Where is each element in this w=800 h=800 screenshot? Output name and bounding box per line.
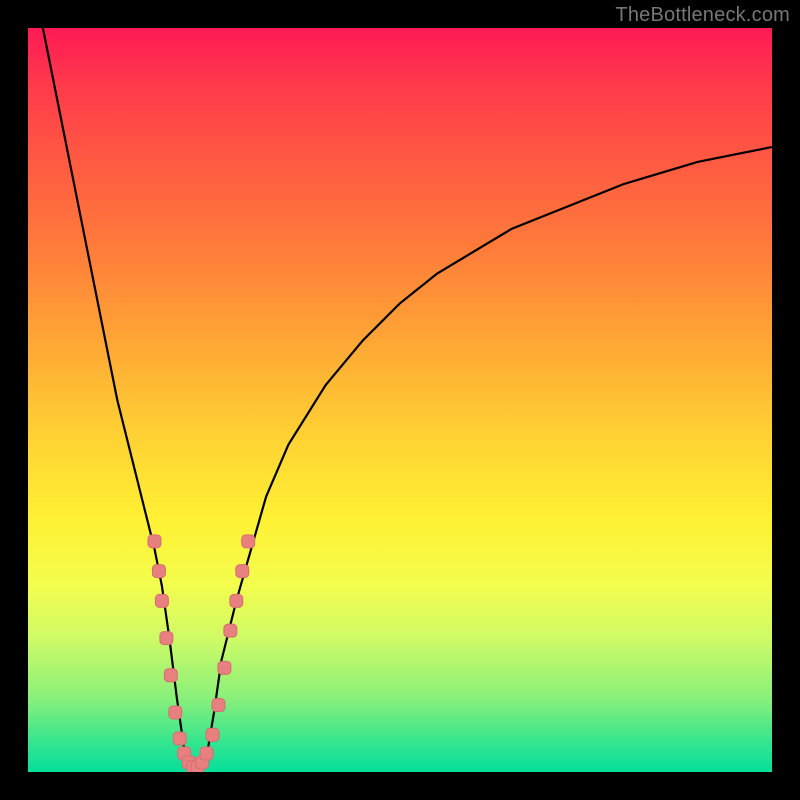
curve-marker	[160, 632, 173, 645]
curve-marker	[169, 706, 182, 719]
bottleneck-curve	[43, 28, 772, 772]
curve-marker	[242, 535, 255, 548]
curve-marker	[200, 747, 213, 760]
curve-marker	[206, 728, 219, 741]
curve-marker	[218, 661, 231, 674]
watermark-label: TheBottleneck.com	[615, 4, 790, 27]
curve-marker	[148, 535, 161, 548]
chart-frame: TheBottleneck.com	[0, 0, 800, 800]
curve-marker	[173, 732, 186, 745]
curve-marker	[152, 565, 165, 578]
curve-marker	[230, 594, 243, 607]
marker-cluster	[148, 535, 255, 772]
chart-overlay	[28, 28, 772, 772]
curve-marker	[164, 669, 177, 682]
curve-marker	[236, 565, 249, 578]
curve-marker	[155, 594, 168, 607]
curve-marker	[212, 699, 225, 712]
curve-marker	[224, 624, 237, 637]
